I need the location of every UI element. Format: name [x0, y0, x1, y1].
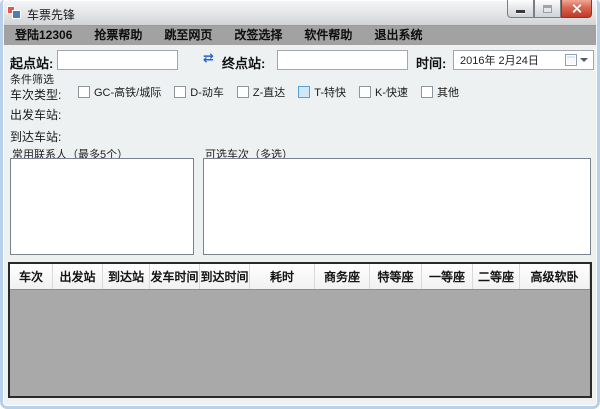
swap-stations-icon[interactable]: ⇄	[203, 51, 221, 65]
menu-item-grab-help[interactable]: 抢票帮助	[83, 26, 153, 45]
menu-item-login-12306[interactable]: 登陆12306	[4, 26, 83, 45]
app-window: 车票先锋 登陆12306 抢票帮助 跳至网页 改签选择 软件帮助 退出系统 起点站: ⇄ …	[0, 0, 600, 409]
window-title: 车票先锋	[27, 8, 76, 22]
train-type-option-label: K-快速	[375, 87, 409, 99]
train-type-d-emu[interactable]: D-动车	[174, 84, 224, 100]
minimize-button[interactable]	[507, 0, 534, 18]
grid-column-header[interactable]: 二等座	[473, 264, 520, 289]
contacts-listbox[interactable]	[10, 158, 194, 255]
grid-header: 车次 出发站 到达站 发车时间 到达时间 耗时 商务座 特等座 一等座 二等座 高级软卧	[10, 264, 590, 290]
close-icon	[572, 4, 581, 13]
calendar-icon	[565, 54, 577, 66]
menu-item-goto-web[interactable]: 跳至网页	[153, 26, 223, 45]
maximize-button[interactable]	[534, 0, 561, 18]
train-type-option-label: GC-高铁/城际	[94, 87, 162, 99]
checkbox-icon[interactable]	[421, 86, 434, 98]
origin-station-input[interactable]	[57, 50, 178, 70]
date-picker[interactable]: 2016年 2月24日	[453, 50, 594, 70]
client-area: 起点站: ⇄ 终点站: 时间: 2016年 2月24日 条件筛选 车次类型: G…	[3, 45, 597, 405]
train-type-gc-highspeed[interactable]: GC-高铁/城际	[78, 84, 161, 100]
grid-column-header[interactable]: 商务座	[315, 264, 370, 289]
maximize-icon	[543, 4, 552, 13]
grid-empty-body	[10, 290, 590, 396]
menu-item-exit-system[interactable]: 退出系统	[363, 26, 433, 45]
checkbox-icon[interactable]	[359, 86, 372, 98]
minimize-icon	[516, 10, 525, 13]
checkbox-icon[interactable]	[174, 86, 187, 98]
train-type-label: 车次类型:	[10, 88, 62, 102]
window-controls	[507, 0, 592, 18]
menu-item-rebook-select[interactable]: 改签选择	[223, 26, 293, 45]
date-value: 2016年 2月24日	[460, 55, 539, 67]
grid-column-header[interactable]: 到达时间	[200, 264, 250, 289]
app-icon	[7, 6, 22, 20]
filter-section-label: 条件筛选	[10, 74, 54, 86]
close-button[interactable]	[561, 0, 592, 18]
departure-station-label: 出发车站:	[10, 108, 62, 122]
destination-station-label: 终点站:	[222, 56, 266, 71]
menu-bar: 登陆12306 抢票帮助 跳至网页 改签选择 软件帮助 退出系统	[1, 26, 599, 45]
origin-station-label: 起点站:	[10, 56, 54, 71]
train-type-other[interactable]: 其他	[421, 84, 459, 100]
grid-column-header[interactable]: 出发站	[53, 264, 103, 289]
train-type-option-label: D-动车	[190, 87, 224, 99]
checkbox-icon[interactable]	[236, 86, 249, 98]
trains-grid[interactable]: 车次 出发站 到达站 发车时间 到达时间 耗时 商务座 特等座 一等座 二等座 高级软卧	[8, 262, 592, 398]
train-type-option-label: 其他	[437, 87, 460, 99]
grid-column-header[interactable]: 一等座	[422, 264, 473, 289]
arrival-station-label: 到达车站:	[10, 130, 62, 144]
grid-column-header[interactable]: 到达站	[103, 264, 150, 289]
train-type-group: GC-高铁/城际 D-动车 Z-直达 T-特快 K-快速 其他	[78, 84, 459, 100]
train-type-z-direct[interactable]: Z-直达	[236, 84, 286, 100]
grid-column-header[interactable]: 发车时间	[150, 264, 200, 289]
dropdown-arrow-icon[interactable]	[580, 58, 588, 62]
trains-listbox[interactable]	[203, 158, 591, 255]
train-type-k-fast[interactable]: K-快速	[359, 84, 408, 100]
checkbox-icon[interactable]	[78, 86, 90, 98]
checkbox-icon[interactable]	[298, 86, 311, 98]
grid-column-header[interactable]: 耗时	[250, 264, 315, 289]
train-type-option-label: T-特快	[314, 87, 347, 99]
train-type-t-express[interactable]: T-特快	[298, 84, 346, 100]
menu-item-software-help[interactable]: 软件帮助	[293, 26, 363, 45]
train-type-option-label: Z-直达	[252, 87, 286, 99]
destination-station-input[interactable]	[277, 50, 408, 70]
grid-column-header[interactable]: 高级软卧	[520, 264, 590, 289]
time-label: 时间:	[416, 56, 447, 71]
grid-column-header[interactable]: 车次	[10, 264, 53, 289]
grid-column-header[interactable]: 特等座	[370, 264, 422, 289]
